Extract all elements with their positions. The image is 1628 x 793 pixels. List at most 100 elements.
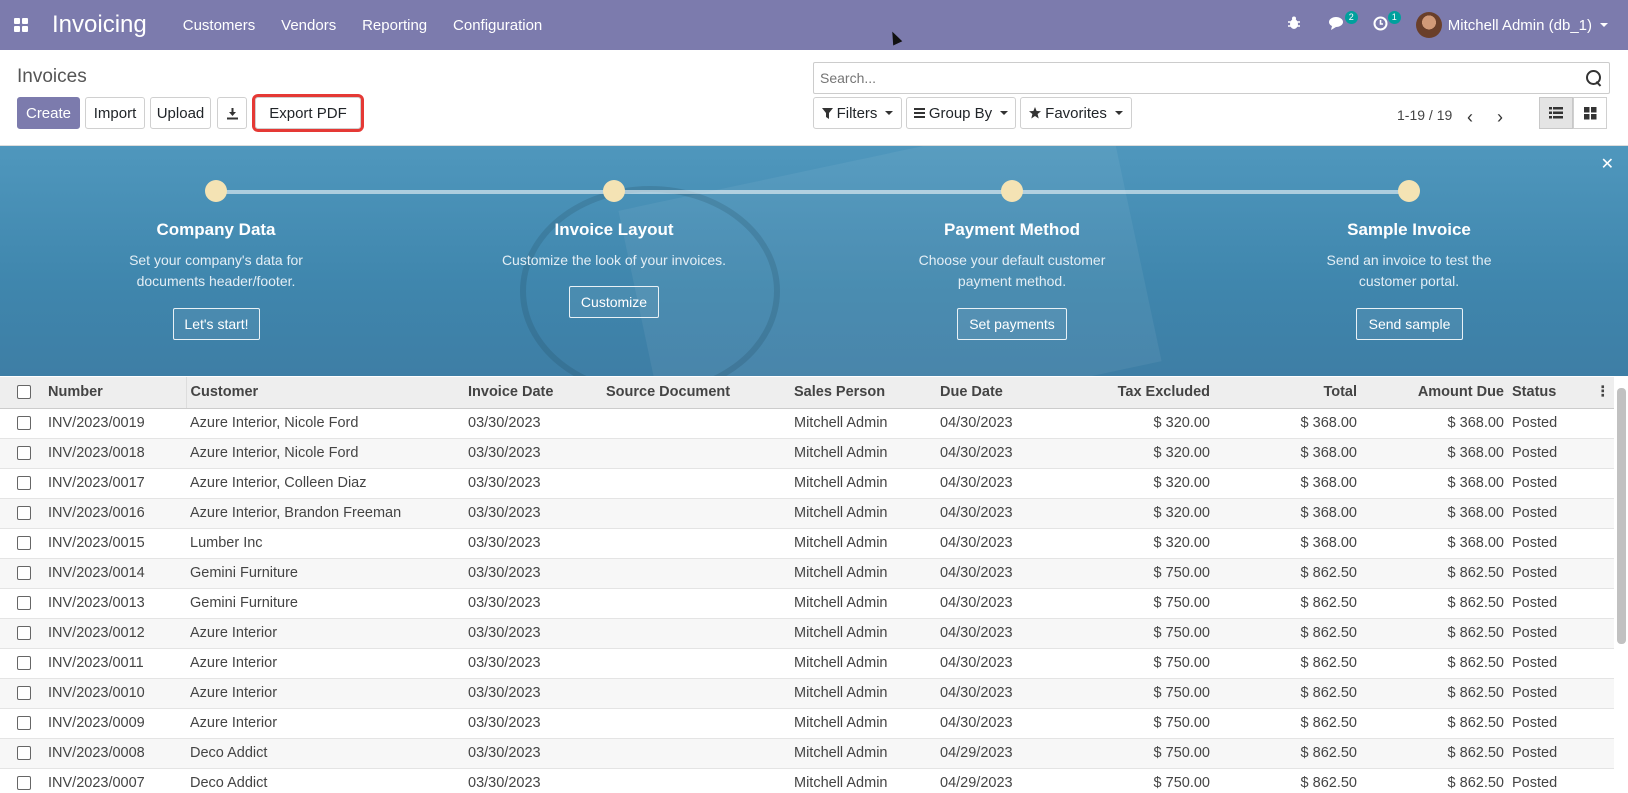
row-checkbox[interactable] bbox=[17, 776, 31, 791]
table-row[interactable]: INV/2023/0014 Gemini Furniture 03/30/2023 M… bbox=[0, 558, 1614, 589]
table-row[interactable]: INV/2023/0008 Deco Addict 03/30/2023 Mitche… bbox=[0, 738, 1614, 769]
table-row[interactable]: INV/2023/0019 Azure Interior, Nicole Ford… bbox=[0, 408, 1614, 439]
menu-item-reporting[interactable]: Reporting bbox=[362, 17, 427, 34]
table-row[interactable]: INV/2023/0015 Lumber Inc 03/30/2023 Mitchel… bbox=[0, 528, 1614, 559]
user-name[interactable]: Mitchell Admin (db_1) bbox=[1448, 17, 1592, 34]
download-button[interactable] bbox=[217, 97, 247, 129]
cell-invoice-date: 03/30/2023 bbox=[464, 468, 602, 499]
row-checkbox[interactable] bbox=[17, 416, 31, 431]
app-title[interactable]: Invoicing bbox=[52, 11, 147, 39]
lets-start-button[interactable]: Let's start! bbox=[173, 308, 260, 340]
column-header-invoice-date[interactable]: Invoice Date bbox=[464, 377, 602, 409]
search-input[interactable] bbox=[814, 70, 1585, 86]
cell-invoice-date: 03/30/2023 bbox=[464, 738, 602, 769]
cell-status: Posted bbox=[1508, 708, 1614, 739]
menu-item-configuration[interactable]: Configuration bbox=[453, 17, 542, 34]
row-checkbox[interactable] bbox=[17, 446, 31, 461]
progress-timeline bbox=[216, 190, 1410, 194]
cell-total: $ 368.00 bbox=[1214, 438, 1361, 469]
cell-total: $ 368.00 bbox=[1214, 528, 1361, 559]
cell-due-date: 04/30/2023 bbox=[936, 408, 1066, 439]
star-icon bbox=[1029, 107, 1042, 119]
messages-icon[interactable]: 2 bbox=[1328, 11, 1358, 34]
search-icon[interactable] bbox=[1585, 69, 1603, 87]
cell-tax-excluded: $ 320.00 bbox=[1066, 498, 1214, 529]
customize-button[interactable]: Customize bbox=[569, 286, 659, 318]
table-header-row: Number Customer Invoice Date Source Docu… bbox=[0, 377, 1614, 409]
user-avatar[interactable] bbox=[1415, 12, 1442, 38]
column-header-customer[interactable]: Customer bbox=[185, 377, 464, 409]
cell-customer: Azure Interior bbox=[186, 678, 464, 709]
bug-icon[interactable] bbox=[1287, 16, 1301, 34]
close-icon[interactable]: ✕ bbox=[1601, 154, 1614, 174]
select-all-cell bbox=[0, 377, 44, 409]
table-row[interactable]: INV/2023/0012 Azure Interior 03/30/2023 Mit… bbox=[0, 618, 1614, 649]
cell-amount-due: $ 862.50 bbox=[1361, 738, 1508, 769]
create-button[interactable]: Create bbox=[17, 97, 80, 129]
table-row[interactable]: INV/2023/0018 Azure Interior, Nicole Ford… bbox=[0, 438, 1614, 469]
cell-due-date: 04/30/2023 bbox=[936, 618, 1066, 649]
row-checkbox[interactable] bbox=[17, 656, 31, 671]
row-checkbox[interactable] bbox=[17, 746, 31, 761]
cell-tax-excluded: $ 750.00 bbox=[1066, 648, 1214, 679]
cell-source-document bbox=[602, 528, 790, 559]
user-menu-chevron-icon[interactable] bbox=[1600, 23, 1608, 27]
cell-status: Posted bbox=[1508, 738, 1614, 769]
vertical-scrollbar[interactable] bbox=[1617, 388, 1626, 644]
upload-button[interactable]: Upload bbox=[150, 97, 211, 129]
select-all-checkbox[interactable] bbox=[17, 385, 31, 400]
list-view-button[interactable] bbox=[1539, 97, 1573, 129]
row-select-cell bbox=[0, 618, 44, 649]
optional-columns-icon[interactable]: ⋮ bbox=[1596, 384, 1611, 400]
row-select-cell bbox=[0, 558, 44, 589]
set-payments-button[interactable]: Set payments bbox=[957, 308, 1067, 340]
column-header-source-document[interactable]: Source Document bbox=[602, 377, 790, 409]
row-checkbox[interactable] bbox=[17, 566, 31, 581]
table-row[interactable]: INV/2023/0011 Azure Interior 03/30/2023 Mit… bbox=[0, 648, 1614, 679]
table-row[interactable]: INV/2023/0007 Deco Addict 03/30/2023 Mitche… bbox=[0, 768, 1614, 793]
table-row[interactable]: INV/2023/0009 Azure Interior 03/30/2023 Mit… bbox=[0, 708, 1614, 739]
column-header-total[interactable]: Total bbox=[1214, 377, 1361, 409]
column-header-amount-due[interactable]: Amount Due bbox=[1361, 377, 1508, 409]
menu-item-customers[interactable]: Customers bbox=[183, 17, 256, 34]
column-header-due-date[interactable]: Due Date bbox=[936, 377, 1066, 409]
column-header-number[interactable]: Number bbox=[44, 377, 186, 409]
cell-invoice-date: 03/30/2023 bbox=[464, 438, 602, 469]
row-checkbox[interactable] bbox=[17, 626, 31, 641]
kanban-icon bbox=[1583, 106, 1596, 119]
row-checkbox[interactable] bbox=[17, 506, 31, 521]
table-row[interactable]: INV/2023/0017 Azure Interior, Colleen Dia… bbox=[0, 468, 1614, 499]
column-header-sales-person[interactable]: Sales Person bbox=[790, 377, 936, 409]
cell-source-document bbox=[602, 648, 790, 679]
group-by-button[interactable]: Group By bbox=[906, 97, 1016, 129]
pager-value[interactable]: 1-19 / 19 bbox=[1397, 107, 1452, 123]
column-header-tax-excluded[interactable]: Tax Excluded bbox=[1066, 377, 1214, 409]
pager-previous-icon[interactable]: ‹ bbox=[1467, 107, 1473, 128]
row-select-cell bbox=[0, 498, 44, 529]
activities-clock-icon[interactable]: 1 bbox=[1373, 10, 1401, 35]
table-row[interactable]: INV/2023/0010 Azure Interior 03/30/2023 Mit… bbox=[0, 678, 1614, 709]
row-checkbox[interactable] bbox=[17, 596, 31, 611]
row-checkbox[interactable] bbox=[17, 476, 31, 491]
cell-due-date: 04/30/2023 bbox=[936, 498, 1066, 529]
cell-customer: Azure Interior, Nicole Ford bbox=[186, 408, 464, 439]
row-checkbox[interactable] bbox=[17, 716, 31, 731]
cell-due-date: 04/29/2023 bbox=[936, 738, 1066, 769]
export-pdf-button[interactable]: Export PDF bbox=[252, 94, 364, 132]
row-checkbox[interactable] bbox=[17, 536, 31, 551]
kanban-view-button[interactable] bbox=[1573, 97, 1607, 129]
import-button[interactable]: Import bbox=[85, 97, 145, 129]
filters-button[interactable]: Filters bbox=[813, 97, 902, 129]
favorites-button[interactable]: Favorites bbox=[1020, 97, 1132, 129]
cell-sales-person: Mitchell Admin bbox=[790, 768, 936, 793]
column-header-status[interactable]: Status ⋮ bbox=[1508, 377, 1614, 409]
row-select-cell bbox=[0, 528, 44, 559]
menu-item-vendors[interactable]: Vendors bbox=[281, 17, 336, 34]
cell-customer: Azure Interior, Brandon Freeman bbox=[186, 498, 464, 529]
row-checkbox[interactable] bbox=[17, 686, 31, 701]
send-sample-button[interactable]: Send sample bbox=[1356, 308, 1463, 340]
apps-menu-icon[interactable] bbox=[12, 16, 30, 34]
pager-next-icon[interactable]: › bbox=[1497, 107, 1503, 128]
table-row[interactable]: INV/2023/0013 Gemini Furniture 03/30/2023 M… bbox=[0, 588, 1614, 619]
table-row[interactable]: INV/2023/0016 Azure Interior, Brandon Fre… bbox=[0, 498, 1614, 529]
